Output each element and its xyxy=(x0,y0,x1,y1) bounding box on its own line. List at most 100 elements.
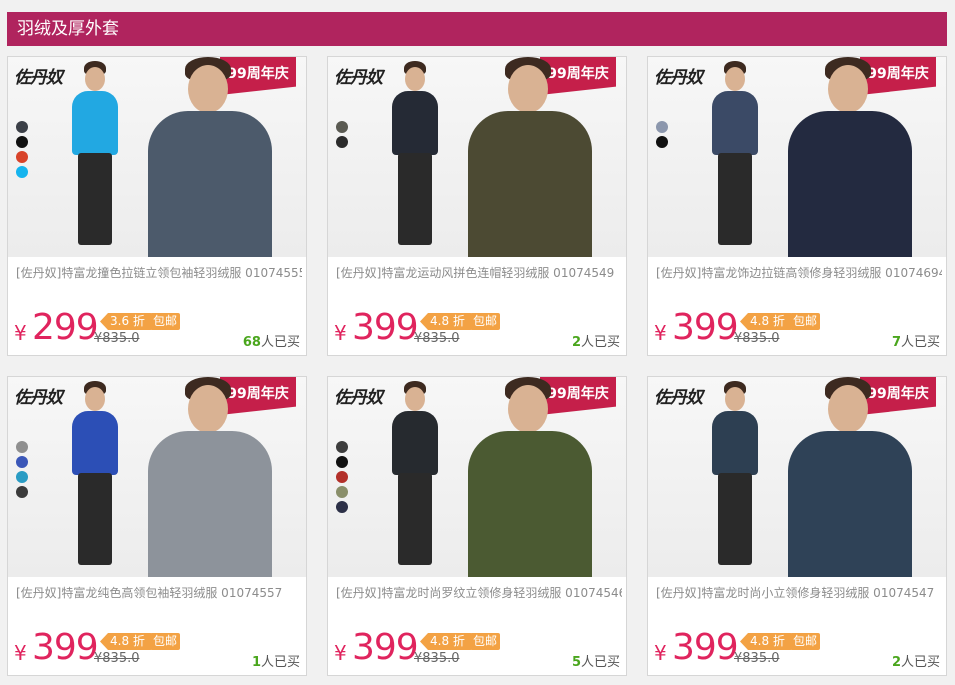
color-swatch[interactable] xyxy=(16,441,28,453)
color-swatch[interactable] xyxy=(16,471,28,483)
section-title: 羽绒及厚外套 xyxy=(7,12,947,46)
sold-number: 2 xyxy=(891,655,901,670)
color-swatches xyxy=(336,121,348,148)
page: 羽绒及厚外套 佐丹奴 99周年庆 [佐丹奴]特富龙撞色拉链立领包袖轻羽绒服 01… xyxy=(0,0,955,685)
sold-label: 人已买 xyxy=(260,655,300,670)
sold-label: 人已买 xyxy=(260,335,300,350)
brand-logo: 佐丹奴 xyxy=(14,388,63,408)
large-jacket xyxy=(468,431,592,577)
sold-label: 人已买 xyxy=(900,655,940,670)
sold-number: 68 xyxy=(242,335,261,350)
currency-symbol: ¥ xyxy=(654,321,667,345)
model-small xyxy=(380,377,450,577)
large-jacket xyxy=(148,431,272,577)
discount-tag: 3.6 折 xyxy=(100,313,151,330)
free-shipping-tag: 包邮 xyxy=(470,313,501,330)
currency-symbol: ¥ xyxy=(334,321,347,345)
free-shipping-tag: 包邮 xyxy=(150,633,181,650)
color-swatch[interactable] xyxy=(16,166,28,178)
product-title[interactable]: [佐丹奴]特富龙饰边拉链高领修身轻羽绒服 01074694 xyxy=(656,264,942,281)
color-swatch[interactable] xyxy=(336,121,348,133)
product-image[interactable]: 佐丹奴 99周年庆 xyxy=(8,377,306,577)
color-swatch[interactable] xyxy=(656,121,668,133)
model-small xyxy=(380,57,450,257)
color-swatch[interactable] xyxy=(336,486,348,498)
color-swatch[interactable] xyxy=(336,136,348,148)
model-large xyxy=(776,57,926,257)
color-swatch[interactable] xyxy=(336,456,348,468)
discount-tag: 4.8 折 xyxy=(100,633,151,650)
product-card[interactable]: 佐丹奴 99周年庆 [佐丹奴]特富龙时尚小立领修身轻羽绒服 01074547 ¥… xyxy=(647,376,947,676)
sold-number: 1 xyxy=(251,655,261,670)
model-large xyxy=(136,377,286,577)
color-swatch[interactable] xyxy=(336,441,348,453)
free-shipping-tag: 包邮 xyxy=(790,313,821,330)
price: 399 xyxy=(352,627,419,668)
sold-label: 人已买 xyxy=(580,655,620,670)
discount-tag: 4.8 折 xyxy=(740,313,791,330)
product-image[interactable]: 佐丹奴 99周年庆 xyxy=(648,57,946,257)
product-title[interactable]: [佐丹奴]特富龙撞色拉链立领包袖轻羽绒服 01074555 xyxy=(16,264,302,281)
product-card[interactable]: 佐丹奴 99周年庆 [佐丹奴]特富龙撞色拉链立领包袖轻羽绒服 01074555 … xyxy=(7,56,307,356)
small-jacket xyxy=(712,91,758,155)
color-swatches xyxy=(16,441,28,498)
product-card[interactable]: 佐丹奴 99周年庆 [佐丹奴]特富龙纯色高领包袖轻羽绒服 01074557 ¥ … xyxy=(7,376,307,676)
model-small xyxy=(700,57,770,257)
discount-tag: 4.8 折 xyxy=(740,633,791,650)
product-image[interactable]: 佐丹奴 99周年庆 xyxy=(328,57,626,257)
color-swatches xyxy=(336,441,348,513)
sold-label: 人已买 xyxy=(900,335,940,350)
price: 399 xyxy=(352,307,419,348)
product-image[interactable]: 佐丹奴 99周年庆 xyxy=(328,377,626,577)
sold-number: 2 xyxy=(571,335,581,350)
product-card[interactable]: 佐丹奴 99周年庆 [佐丹奴]特富龙运动风拼色连帽轻羽绒服 01074549 ¥… xyxy=(327,56,627,356)
color-swatch[interactable] xyxy=(16,456,28,468)
original-price: ¥835.0 xyxy=(734,331,780,346)
large-jacket xyxy=(788,111,912,257)
color-swatch[interactable] xyxy=(16,136,28,148)
small-jacket xyxy=(392,411,438,475)
small-jacket xyxy=(712,411,758,475)
sold-count: 7人已买 xyxy=(892,331,940,350)
price: 299 xyxy=(32,307,99,348)
brand-logo: 佐丹奴 xyxy=(334,388,383,408)
currency-symbol: ¥ xyxy=(654,641,667,665)
product-image[interactable]: 佐丹奴 99周年庆 xyxy=(648,377,946,577)
sold-label: 人已买 xyxy=(580,335,620,350)
original-price: ¥835.0 xyxy=(414,331,460,346)
color-swatch[interactable] xyxy=(16,151,28,163)
product-title[interactable]: [佐丹奴]特富龙纯色高领包袖轻羽绒服 01074557 xyxy=(16,584,302,601)
product-title[interactable]: [佐丹奴]特富龙运动风拼色连帽轻羽绒服 01074549 xyxy=(336,264,622,281)
original-price: ¥835.0 xyxy=(734,651,780,666)
discount-tag: 4.8 折 xyxy=(420,633,471,650)
free-shipping-tag: 包邮 xyxy=(470,633,501,650)
model-large xyxy=(456,377,606,577)
large-jacket xyxy=(148,111,272,257)
color-swatch[interactable] xyxy=(336,501,348,513)
product-image[interactable]: 佐丹奴 99周年庆 xyxy=(8,57,306,257)
model-large xyxy=(776,377,926,577)
sold-number: 5 xyxy=(571,655,581,670)
color-swatch[interactable] xyxy=(16,486,28,498)
small-jacket xyxy=(392,91,438,155)
sold-count: 68人已买 xyxy=(243,331,300,350)
free-shipping-tag: 包邮 xyxy=(150,313,181,330)
brand-logo: 佐丹奴 xyxy=(334,68,383,88)
model-small xyxy=(60,57,130,257)
color-swatch[interactable] xyxy=(336,471,348,483)
small-jacket xyxy=(72,91,118,155)
color-swatch[interactable] xyxy=(16,121,28,133)
product-title[interactable]: [佐丹奴]特富龙时尚小立领修身轻羽绒服 01074547 xyxy=(656,584,942,601)
free-shipping-tag: 包邮 xyxy=(790,633,821,650)
model-large xyxy=(456,57,606,257)
currency-symbol: ¥ xyxy=(334,641,347,665)
product-card[interactable]: 佐丹奴 99周年庆 [佐丹奴]特富龙饰边拉链高领修身轻羽绒服 01074694 … xyxy=(647,56,947,356)
sold-count: 5人已买 xyxy=(572,651,620,670)
price: 399 xyxy=(32,627,99,668)
product-card[interactable]: 佐丹奴 99周年庆 [佐丹奴]特富龙时尚罗纹立领修身轻羽绒服 01074546 … xyxy=(327,376,627,676)
model-small xyxy=(700,377,770,577)
brand-logo: 佐丹奴 xyxy=(654,388,703,408)
color-swatch[interactable] xyxy=(656,136,668,148)
color-swatches xyxy=(16,121,28,178)
product-title[interactable]: [佐丹奴]特富龙时尚罗纹立领修身轻羽绒服 01074546 xyxy=(336,584,622,601)
